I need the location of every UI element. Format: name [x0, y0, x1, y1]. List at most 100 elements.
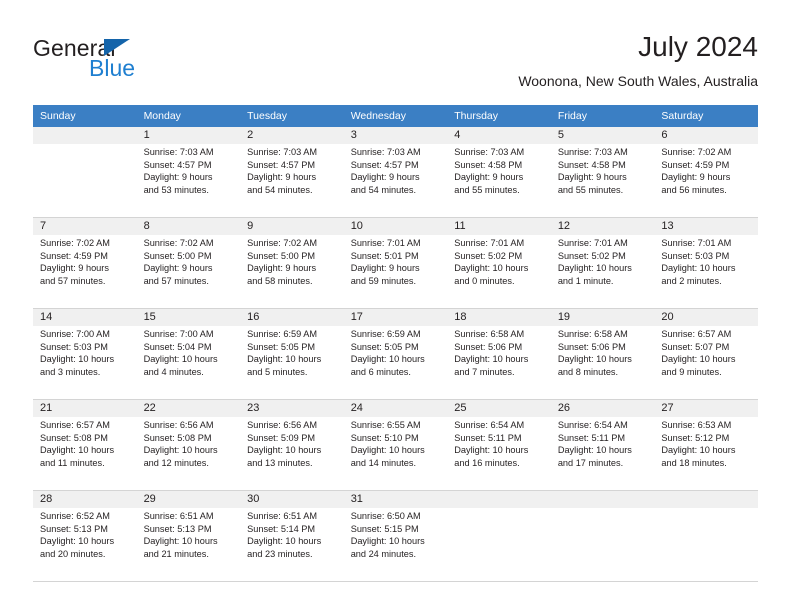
day-number-band: 23: [240, 400, 344, 417]
day-detail-line: Sunrise: 7:03 AM: [557, 147, 628, 157]
day-detail-line: Sunset: 5:13 PM: [143, 523, 212, 534]
calendar-week-row: 21 Sunrise: 6:57 AM Sunset: 5:08 PM Dayligh…: [33, 400, 758, 490]
day-detail-line: and 57 minutes.: [143, 275, 209, 286]
calendar-day-cell[interactable]: 14 Sunrise: 7:00 AM Sunset: 5:03 PM Dayligh…: [33, 309, 137, 399]
calendar-day-cell[interactable]: 5 Sunrise: 7:03 AM Sunset: 4:58 PM Daylight…: [550, 127, 655, 217]
day-detail-line: Sunset: 5:00 PM: [247, 250, 316, 261]
day-number: 9: [247, 220, 254, 232]
day-detail-line: Daylight: 10 hours: [454, 263, 529, 274]
calendar-day-cell[interactable]: 6 Sunrise: 7:02 AM Sunset: 4:59 PM Daylight…: [654, 127, 758, 217]
day-detail-line: Daylight: 10 hours: [350, 536, 425, 547]
day-number: [454, 492, 545, 508]
calendar-day-cell[interactable]: 2 Sunrise: 7:03 AM Sunset: 4:57 PM Daylight…: [240, 127, 344, 217]
day-number: 24: [350, 402, 363, 414]
day-number: 29: [143, 493, 156, 505]
calendar-day-cell[interactable]: 30 Sunrise: 6:51 AM Sunset: 5:14 PM Dayligh…: [240, 491, 344, 581]
calendar-day-cell[interactable]: 10 Sunrise: 7:01 AM Sunset: 5:01 PM Dayligh…: [343, 218, 448, 308]
calendar-day-cell[interactable]: 13 Sunrise: 7:01 AM Sunset: 5:03 PM Dayligh…: [654, 218, 758, 308]
day-detail-line: and 24 minutes.: [350, 548, 417, 559]
calendar-day-cell[interactable]: 29 Sunrise: 6:51 AM Sunset: 5:13 PM Dayligh…: [136, 491, 241, 581]
day-detail-line: Sunrise: 6:53 AM: [661, 420, 732, 430]
calendar-empty-cell: [654, 491, 758, 581]
day-sun-details: Sunrise: 6:53 AM Sunset: 5:12 PM Daylight:…: [654, 417, 758, 469]
calendar-day-cell[interactable]: 28 Sunrise: 6:52 AM Sunset: 5:13 PM Dayligh…: [33, 491, 137, 581]
day-number: 25: [454, 402, 467, 414]
calendar-day-cell[interactable]: 1 Sunrise: 7:03 AM Sunset: 4:57 PM Daylight…: [136, 127, 241, 217]
day-sun-details: Sunrise: 6:57 AM Sunset: 5:08 PM Daylight:…: [33, 417, 137, 469]
calendar-day-cell[interactable]: 21 Sunrise: 6:57 AM Sunset: 5:08 PM Dayligh…: [33, 400, 137, 490]
day-number-band: 14: [33, 309, 137, 326]
calendar-day-cell[interactable]: 20 Sunrise: 6:57 AM Sunset: 5:07 PM Dayligh…: [654, 309, 758, 399]
calendar-day-cell[interactable]: 7 Sunrise: 7:02 AM Sunset: 4:59 PM Daylight…: [33, 218, 137, 308]
day-number-band: 30: [240, 491, 344, 508]
day-number: 26: [557, 402, 571, 414]
day-number: 4: [454, 129, 461, 141]
calendar-day-cell[interactable]: 26 Sunrise: 6:54 AM Sunset: 5:11 PM Dayligh…: [550, 400, 655, 490]
calendar-day-cell[interactable]: 24 Sunrise: 6:55 AM Sunset: 5:10 PM Dayligh…: [343, 400, 448, 490]
calendar-day-cell[interactable]: 25 Sunrise: 6:54 AM Sunset: 5:11 PM Dayligh…: [447, 400, 551, 490]
logo-triangle-icon: [104, 39, 130, 56]
day-number-band: 27: [654, 400, 758, 417]
calendar-day-cell[interactable]: 8 Sunrise: 7:02 AM Sunset: 5:00 PM Daylight…: [136, 218, 241, 308]
day-detail-line: and 54 minutes.: [247, 184, 313, 195]
weekday-header-wednesday: Wednesday: [343, 105, 448, 127]
day-number-band: 18: [447, 309, 551, 326]
calendar-day-cell[interactable]: 16 Sunrise: 6:59 AM Sunset: 5:05 PM Dayligh…: [240, 309, 344, 399]
day-detail-line: and 23 minutes.: [247, 548, 313, 559]
day-detail-line: Sunrise: 6:56 AM: [143, 420, 214, 430]
calendar-day-cell[interactable]: 22 Sunrise: 6:56 AM Sunset: 5:08 PM Dayligh…: [136, 400, 241, 490]
page-title: July 2024: [638, 31, 758, 62]
day-detail-line: and 20 minutes.: [40, 548, 106, 559]
calendar-day-cell[interactable]: 17 Sunrise: 6:59 AM Sunset: 5:05 PM Dayligh…: [343, 309, 448, 399]
day-detail-line: Daylight: 10 hours: [40, 354, 115, 365]
day-number-band: 21: [33, 400, 137, 417]
calendar-day-cell[interactable]: 15 Sunrise: 7:00 AM Sunset: 5:04 PM Dayligh…: [136, 309, 241, 399]
general-blue-logo[interactable]: General Blue: [33, 35, 233, 85]
day-detail-line: Sunset: 5:14 PM: [247, 523, 316, 534]
day-number: 18: [454, 311, 467, 323]
weekday-header-thursday: Thursday: [447, 105, 551, 127]
day-sun-details: Sunrise: 7:01 AM Sunset: 5:02 PM Daylight:…: [447, 235, 551, 287]
day-detail-line: and 5 minutes.: [247, 366, 308, 377]
day-detail-line: Sunset: 5:13 PM: [40, 523, 108, 534]
day-detail-line: Daylight: 10 hours: [661, 445, 736, 456]
day-detail-line: Daylight: 9 hours: [350, 172, 420, 183]
calendar-day-cell[interactable]: 12 Sunrise: 7:01 AM Sunset: 5:02 PM Dayligh…: [550, 218, 655, 308]
day-detail-line: Sunrise: 6:54 AM: [557, 420, 628, 430]
day-detail-line: Sunset: 5:12 PM: [661, 432, 730, 443]
calendar-day-cell[interactable]: 18 Sunrise: 6:58 AM Sunset: 5:06 PM Dayligh…: [447, 309, 551, 399]
day-number: 6: [661, 129, 668, 141]
day-detail-line: Sunset: 5:03 PM: [661, 250, 730, 261]
day-detail-line: Sunrise: 6:59 AM: [350, 329, 421, 339]
day-sun-details: Sunrise: 7:00 AM Sunset: 5:03 PM Daylight:…: [33, 326, 137, 378]
calendar-day-cell[interactable]: 9 Sunrise: 7:02 AM Sunset: 5:00 PM Daylight…: [240, 218, 344, 308]
day-detail-line: and 3 minutes.: [40, 366, 101, 377]
day-detail-line: and 9 minutes.: [661, 366, 722, 377]
day-detail-line: Sunrise: 6:57 AM: [40, 420, 110, 430]
day-detail-line: Sunrise: 7:02 AM: [40, 238, 110, 248]
day-detail-line: Sunrise: 7:03 AM: [143, 147, 214, 157]
day-number-band: 28: [33, 491, 137, 508]
day-number: [40, 128, 131, 144]
day-sun-details: [33, 144, 137, 146]
day-detail-line: Sunset: 5:06 PM: [454, 341, 523, 352]
day-detail-line: Daylight: 9 hours: [247, 263, 317, 274]
day-number: 7: [40, 220, 47, 232]
calendar-week-row: 7 Sunrise: 7:02 AM Sunset: 4:59 PM Daylight…: [33, 218, 758, 308]
day-detail-line: Sunrise: 7:03 AM: [247, 147, 318, 157]
day-detail-line: and 13 minutes.: [247, 457, 313, 468]
day-detail-line: Sunrise: 6:59 AM: [247, 329, 318, 339]
day-detail-line: Sunset: 5:02 PM: [557, 250, 626, 261]
calendar-day-cell[interactable]: 27 Sunrise: 6:53 AM Sunset: 5:12 PM Dayligh…: [654, 400, 758, 490]
calendar-day-cell[interactable]: 11 Sunrise: 7:01 AM Sunset: 5:02 PM Dayligh…: [447, 218, 551, 308]
calendar-empty-cell: [550, 491, 655, 581]
calendar-week-row: 14 Sunrise: 7:00 AM Sunset: 5:03 PM Dayligh…: [33, 309, 758, 399]
calendar-day-cell[interactable]: 19 Sunrise: 6:58 AM Sunset: 5:06 PM Dayligh…: [550, 309, 655, 399]
calendar-day-cell[interactable]: 3 Sunrise: 7:03 AM Sunset: 4:57 PM Daylight…: [343, 127, 448, 217]
calendar-day-cell[interactable]: 23 Sunrise: 6:56 AM Sunset: 5:09 PM Dayligh…: [240, 400, 344, 490]
day-number-band: [550, 491, 655, 508]
calendar-day-cell[interactable]: 4 Sunrise: 7:03 AM Sunset: 4:58 PM Daylight…: [447, 127, 551, 217]
calendar-day-cell[interactable]: 31 Sunrise: 6:50 AM Sunset: 5:15 PM Dayligh…: [343, 491, 448, 581]
day-detail-line: Daylight: 10 hours: [661, 263, 736, 274]
day-sun-details: Sunrise: 6:54 AM Sunset: 5:11 PM Daylight:…: [551, 417, 655, 469]
